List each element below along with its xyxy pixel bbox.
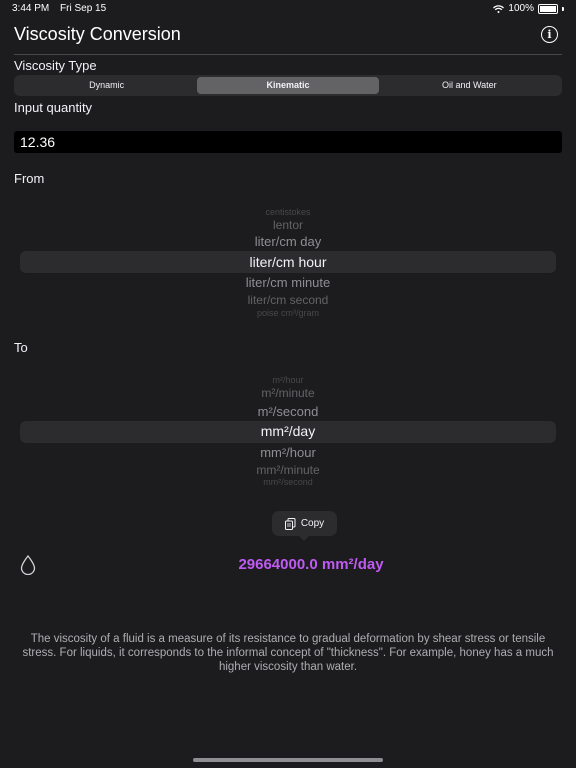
segment-kinematic[interactable]: Kinematic [197,77,379,94]
segment-dynamic[interactable]: Dynamic [16,77,197,94]
battery-icon [538,3,558,14]
picker-item[interactable]: mm²/second [20,477,556,487]
battery-tip [562,6,564,11]
picker-item[interactable]: m²/minute [20,386,556,400]
input-quantity-label: Input quantity [14,100,93,115]
status-date: Fri Sep 15 [60,3,107,14]
result-value: 29664000.0 mm²/day [238,556,384,573]
status-indicators: 100% [493,3,564,14]
home-indicator[interactable] [193,758,383,762]
wifi-icon [493,4,505,13]
picker-item[interactable]: liter/cm minute [20,275,556,290]
to-unit-picker[interactable]: m²/hour m²/minute m²/second mm²/day mm²/… [20,370,556,492]
from-unit-picker[interactable]: centistokes lentor liter/cm day liter/cm… [20,200,556,322]
picker-item-selected[interactable]: mm²/day [20,423,556,439]
picker-item[interactable]: lentor [20,218,556,232]
page-title: Viscosity Conversion [14,24,181,44]
picker-item-selected[interactable]: liter/cm hour [20,254,556,270]
header-divider [14,54,562,55]
copy-icon [284,517,296,530]
battery-percent: 100% [508,3,534,14]
picker-item[interactable]: liter/cm day [20,234,556,249]
copy-label: Copy [300,518,325,529]
picker-item[interactable]: mm²/minute [20,463,556,477]
picker-item[interactable]: liter/cm second [20,293,556,307]
picker-item[interactable]: m²/second [20,404,556,419]
status-bar: 3:44 PM Fri Sep 15 100% [0,0,576,18]
status-time-date: 3:44 PM Fri Sep 15 [12,3,114,14]
picker-item[interactable]: m²/hour [20,375,556,385]
picker-item[interactable]: mm²/hour [20,445,556,460]
segment-oil-and-water[interactable]: Oil and Water [379,77,560,94]
from-label: From [14,171,45,186]
picker-item[interactable]: centistokes [20,207,556,217]
to-label: To [14,340,28,355]
picker-item[interactable]: poise cm³/gram [20,308,556,318]
quantity-input[interactable]: 12.36 [14,131,562,153]
viscosity-type-segmented-control: Dynamic Kinematic Oil and Water [14,75,562,96]
copy-button[interactable]: Copy [272,511,337,541]
viscosity-description: The viscosity of a fluid is a measure of… [22,633,554,673]
drop-icon [20,555,36,575]
info-circle-icon[interactable]: i [541,26,558,43]
status-time: 3:44 PM [12,3,50,14]
viscosity-type-label: Viscosity Type [14,58,97,73]
